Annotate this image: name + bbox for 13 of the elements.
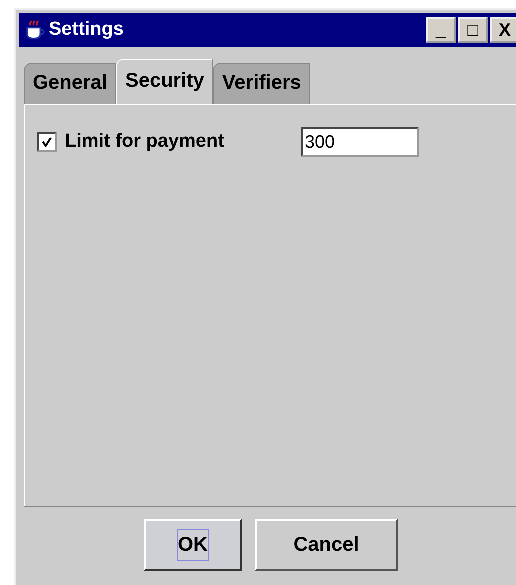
maximize-button[interactable]: □ xyxy=(458,17,488,43)
check-icon xyxy=(41,136,53,148)
tab[interactable]: General xyxy=(24,63,116,105)
minimize-button[interactable]: _ xyxy=(426,17,456,43)
checkbox-label: Limit for payment xyxy=(65,131,226,153)
ok-button[interactable]: OK xyxy=(144,519,242,571)
tab[interactable]: Verifiers xyxy=(213,63,310,105)
checkbox[interactable] xyxy=(37,132,57,152)
limit-field[interactable]: 300 xyxy=(301,127,419,157)
close-button[interactable]: X xyxy=(490,17,516,43)
cancel-button[interactable]: Cancel xyxy=(255,519,398,571)
window-title: Settings xyxy=(49,19,125,41)
tab[interactable]: Security xyxy=(116,59,214,105)
